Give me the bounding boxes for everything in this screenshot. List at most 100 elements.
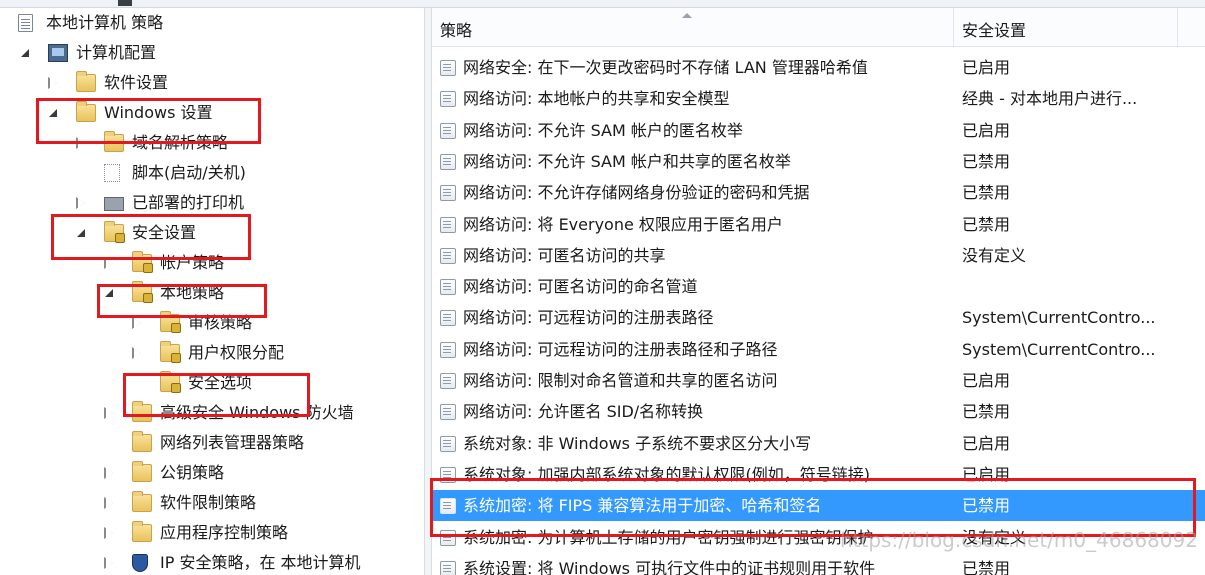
policy-item-icon (440, 91, 456, 108)
tree-item-label: 计算机配置 (76, 43, 157, 62)
tree-item[interactable]: 软件限制策略 (0, 488, 424, 518)
policy-row[interactable]: 网络访问: 不允许 SAM 帐户和共享的匿名枚举 已禁用 (432, 146, 1205, 177)
policy-row[interactable]: 网络访问: 不允许存储网络身份验证的密码和凭据 已禁用 (432, 177, 1205, 208)
policy-setting-value: 经典 - 对本地用户进行... (962, 89, 1138, 109)
policy-setting-value: 已启用 (962, 58, 1011, 77)
policy-row[interactable]: 网络访问: 限制对命名管道和共享的匿名访问 已启用 (432, 365, 1205, 396)
policy-item-icon (440, 122, 456, 139)
policy-name: 网络访问: 将 Everyone 权限应用于匿名用户 (463, 214, 783, 234)
policy-name: 网络访问: 可匿名访问的命名管道 (463, 277, 698, 297)
policy-setting-value: 已禁用 (962, 558, 1011, 575)
policy-name: 网络访问: 允许匿名 SID/名称转换 (463, 402, 704, 422)
policy-name: 网络访问: 可远程访问的注册表路径和子路径 (463, 339, 778, 359)
policy-item-icon (440, 404, 456, 421)
policy-row[interactable]: 网络访问: 可匿名访问的共享 没有定义 (432, 240, 1205, 271)
collapsed-arrow-icon[interactable] (104, 398, 116, 428)
collapsed-arrow-icon[interactable] (104, 488, 116, 518)
policy-row[interactable]: 网络访问: 可匿名访问的命名管道 (432, 271, 1205, 302)
policy-row[interactable]: 系统对象: 非 Windows 子系统不要求区分大小写 已启用 (432, 428, 1205, 459)
folder-icon (132, 491, 152, 512)
tree-item[interactable]: IP 安全策略，在 本地计算机 (0, 548, 424, 575)
script-icon (104, 164, 120, 182)
toolbar-tab-marker (118, 0, 132, 6)
policy-setting-value: 没有定义 (962, 245, 1027, 265)
tree-item[interactable]: 用户权限分配 (0, 338, 424, 368)
tree-item[interactable]: 网络列表管理器策略 (0, 428, 424, 458)
tree-item-label: 软件限制策略 (160, 493, 257, 512)
tree-item[interactable]: 软件设置 (0, 68, 424, 98)
annotation-box-security-settings (51, 214, 251, 260)
policy-item-icon (440, 435, 456, 452)
tree-item-label: 软件设置 (104, 73, 169, 92)
policy-item-icon (440, 560, 456, 575)
policy-row[interactable]: 系统设置: 将 Windows 可执行文件中的证书规则用于软件 已禁用 (432, 553, 1205, 575)
policy-row[interactable]: 网络访问: 允许匿名 SID/名称转换 已禁用 (432, 396, 1205, 427)
policy-row[interactable]: 网络安全: 在下一次更改密码时不存储 LAN 管理器哈希值 已启用 (432, 52, 1205, 83)
folder-icon (132, 461, 152, 482)
watermark-text: https://blog.csdn.net/m0_46868092 (840, 528, 1198, 552)
policy-setting-value: 已禁用 (962, 402, 1011, 422)
top-toolbar-strip (0, 0, 1205, 8)
collapsed-arrow-icon[interactable] (104, 548, 116, 575)
policy-row[interactable]: 网络访问: 本地帐户的共享和安全模型 经典 - 对本地用户进行... (432, 83, 1205, 114)
policy-item-icon (440, 216, 456, 233)
policy-item-icon (440, 373, 456, 389)
folder-icon (132, 431, 152, 452)
policy-setting-value: 已启用 (962, 433, 1011, 453)
policy-name: 网络访问: 本地帐户的共享和安全模型 (463, 89, 730, 109)
doc-icon (18, 14, 33, 32)
folder-icon (132, 521, 152, 542)
collapsed-arrow-icon[interactable] (132, 338, 144, 368)
policy-item-icon (440, 247, 456, 264)
policy-item-icon (440, 60, 456, 76)
list-header: 策略 安全设置 (432, 8, 1205, 47)
policy-name: 网络访问: 不允许 SAM 帐户和共享的匿名枚举 (463, 151, 791, 171)
tree-item[interactable]: 计算机配置 (0, 38, 424, 68)
column-header-setting[interactable]: 安全设置 (954, 8, 1178, 46)
policy-setting-value: System\CurrentContro... (962, 339, 1156, 359)
policy-row[interactable]: 网络访问: 可远程访问的注册表路径和子路径 System\CurrentContr… (432, 334, 1205, 365)
collapsed-arrow-icon[interactable] (48, 68, 60, 98)
policy-name: 网络访问: 限制对命名管道和共享的匿名访问 (463, 371, 778, 390)
policy-item-icon (440, 153, 456, 170)
collapsed-arrow-icon[interactable] (104, 518, 116, 548)
policy-row[interactable]: 网络访问: 不允许 SAM 帐户的匿名枚举 已启用 (432, 115, 1205, 146)
tree-item[interactable]: 公钥策略 (0, 458, 424, 488)
tree-item-label: 公钥策略 (160, 463, 225, 482)
policy-item-icon (440, 185, 456, 202)
policy-name: 网络访问: 不允许 SAM 帐户的匿名枚举 (463, 120, 743, 140)
tree-item[interactable]: 脚本(启动/关机) (0, 158, 424, 188)
policy-row[interactable]: 网络访问: 将 Everyone 权限应用于匿名用户 已禁用 (432, 209, 1205, 240)
policy-name: 网络访问: 可匿名访问的共享 (463, 245, 666, 265)
collapsed-arrow-icon[interactable] (104, 458, 116, 488)
tree-item[interactable]: 本地计算机 策略 (0, 8, 424, 38)
folder-icon (76, 71, 96, 92)
tree-item-label: 本地计算机 策略 (46, 13, 164, 32)
column-header-policy[interactable]: 策略 (432, 8, 954, 46)
policy-name: 网络安全: 在下一次更改密码时不存储 LAN 管理器哈希值 (463, 58, 868, 77)
shield-icon (132, 554, 148, 572)
tree-item-label: IP 安全策略，在 本地计算机 (160, 553, 361, 572)
sort-ascending-icon (682, 13, 692, 18)
expanded-arrow-icon[interactable] (20, 38, 32, 68)
annotation-box-local-policies (97, 284, 267, 318)
policy-name: 网络访问: 可远程访问的注册表路径 (463, 308, 714, 328)
policy-item-icon (440, 310, 456, 327)
policy-setting-value: 已禁用 (962, 151, 1011, 171)
policy-setting-value: 已启用 (962, 120, 1011, 140)
printer-icon (104, 197, 124, 211)
policy-setting-value: 已禁用 (962, 214, 1011, 234)
policy-item-icon (440, 279, 456, 296)
pc-icon (48, 44, 68, 62)
tree-item[interactable]: 应用程序控制策略 (0, 518, 424, 548)
policy-setting-value: 已启用 (962, 371, 1011, 390)
policy-item-icon (440, 341, 456, 358)
tree-item-label: 用户权限分配 (188, 343, 285, 362)
policy-row[interactable]: 网络访问: 可远程访问的注册表路径 System\CurrentContro... (432, 302, 1205, 333)
tree-item-label: 网络列表管理器策略 (160, 433, 305, 452)
policy-name: 网络访问: 不允许存储网络身份验证的密码和凭据 (463, 183, 810, 203)
policy-setting-value: 已禁用 (962, 183, 1011, 203)
policy-name: 系统对象: 非 Windows 子系统不要求区分大小写 (463, 433, 812, 453)
annotation-box-windows-settings (36, 98, 261, 144)
policy-name: 系统设置: 将 Windows 可执行文件中的证书规则用于软件 (463, 558, 876, 575)
